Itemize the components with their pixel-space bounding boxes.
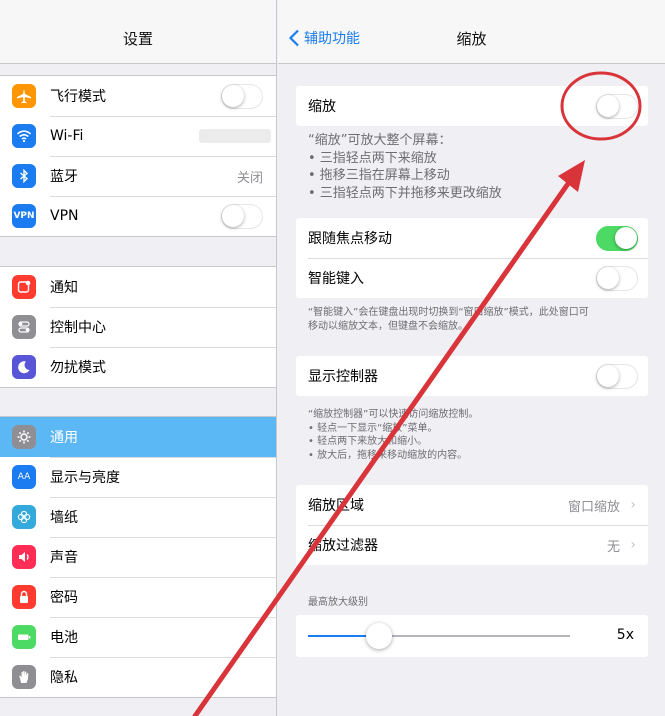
smart-typing-description-line: “智能键入”会在键盘出现时切换到“窗口缩放”模式，此处窗口可 [308,307,589,318]
sidebar-title: 设置 [122,30,153,48]
sidebar-item-label: 蓝牙 [50,169,78,185]
max-zoom-slider[interactable] [308,635,570,637]
airplane-icon [12,84,36,108]
controller-description-line: • 放大后，拖移来移动缩放的内容。 [308,449,468,461]
zoom-row[interactable]: 缩放 [296,86,648,126]
sidebar-navbar: 设置 [0,0,276,64]
sidebar-item-label: 勿扰模式 [50,360,106,376]
speaker-icon [12,545,36,569]
wifi-network-name-redacted [199,129,271,143]
hand-icon [12,665,36,689]
settings-sidebar: 设置 飞行模式 Wi-Fi 蓝牙 关闭 VPN VPN 通知 控制中心 勿扰模式… [0,0,277,716]
zoom-region-group: 缩放区域 窗口缩放 › 缩放过滤器 无 › [296,485,648,565]
sidebar-item-label: 墙纸 [50,510,78,526]
sidebar-item-control-center[interactable]: 控制中心 [0,307,276,347]
sidebar-item-vpn[interactable]: VPN VPN [0,196,276,236]
battery-icon [12,625,36,649]
sidebar-item-privacy[interactable]: 隐私 [0,657,276,697]
moon-icon [12,355,36,379]
zoom-region-label: 缩放区域 [308,498,364,514]
wallpaper-icon [12,505,36,529]
zoom-description: “缩放”可放大整个屏幕： • 三指轻点两下来缩放 • 拖移三指在屏幕上移动 • … [308,132,648,202]
sidebar-item-battery[interactable]: 电池 [0,617,276,657]
wifi-icon [12,124,36,148]
zoom-settings-pane: 辅助功能 缩放 缩放 “缩放”可放大整个屏幕： • 三指轻点两下来缩放 • 拖移… [278,0,665,716]
sidebar-item-bluetooth[interactable]: 蓝牙 关闭 [0,156,276,196]
zoom-filter-value: 无 [606,539,620,555]
follow-focus-toggle[interactable] [596,225,638,251]
max-zoom-group: 5x [296,615,648,657]
smart-typing-description: “智能键入”会在键盘出现时切换到“窗口缩放”模式，此处窗口可 移动以缩放文本，但… [308,306,648,333]
controller-description: “缩放控制器”可以快速访问缩放控制。 • 轻点一下显示“缩放”菜单。 • 轻点两… [308,408,648,462]
sidebar-item-label: 显示与亮度 [50,470,120,486]
sidebar-item-sounds[interactable]: 声音 [0,537,276,577]
sidebar-item-label: 通知 [50,280,78,296]
detail-navbar: 辅助功能 缩放 [278,0,665,64]
controller-group: 显示控制器 [296,356,648,396]
zoom-options-group: 跟随焦点移动 智能键入 [296,218,648,298]
notifications-icon [12,275,36,299]
smart-typing-label: 智能键入 [308,271,364,287]
sidebar-item-label: 密码 [50,590,78,606]
smart-typing-toggle[interactable] [596,265,638,291]
sidebar-item-airplane-mode[interactable]: 飞行模式 [0,76,276,116]
sidebar-item-label: 通用 [50,430,78,446]
page-title: 缩放 [456,30,487,48]
sidebar-group-notifications: 通知 控制中心 勿扰模式 [0,266,276,388]
zoom-region-value: 窗口缩放 [567,499,620,515]
bluetooth-status: 关闭 [236,170,263,186]
sidebar-item-label: Wi-Fi [50,128,84,144]
sidebar-item-label: 飞行模式 [50,89,106,105]
sidebar-item-passcode[interactable]: 密码 [0,577,276,617]
zoom-toggle-group: 缩放 [296,86,648,126]
control-center-icon [12,315,36,339]
display-brightness-icon: AA [12,465,36,489]
zoom-description-line: • 拖移三指在屏幕上移动 [308,168,450,184]
bluetooth-icon [12,164,36,188]
zoom-filter-row[interactable]: 缩放过滤器 无 › [296,525,648,565]
chevron-right-icon: › [630,497,636,513]
sidebar-item-label: 控制中心 [50,320,106,336]
zoom-toggle[interactable] [596,93,638,119]
controller-description-line: • 轻点一下显示“缩放”菜单。 [308,422,438,434]
max-zoom-value: 5x [616,627,634,643]
max-zoom-header: 最高放大级别 [308,597,368,608]
sidebar-item-label: 电池 [50,630,78,646]
sidebar-item-label: 声音 [50,550,78,566]
gear-icon [12,425,36,449]
lock-icon [12,585,36,609]
sidebar-item-label: 隐私 [50,670,78,686]
sidebar-item-notifications[interactable]: 通知 [0,267,276,307]
sidebar-group-connectivity: 飞行模式 Wi-Fi 蓝牙 关闭 VPN VPN [0,75,276,237]
sidebar-item-wifi[interactable]: Wi-Fi [0,116,276,156]
controller-description-line: “缩放控制器”可以快速访问缩放控制。 [308,409,479,420]
show-controller-label: 显示控制器 [308,369,378,385]
zoom-label: 缩放 [308,99,336,115]
zoom-description-line: “缩放”可放大整个屏幕： [308,133,452,148]
sidebar-item-wallpaper[interactable]: 墙纸 [0,497,276,537]
vpn-toggle[interactable] [221,203,263,229]
follow-focus-row[interactable]: 跟随焦点移动 [296,218,648,258]
zoom-description-line: • 三指轻点两下并拖移来更改缩放 [308,185,502,201]
smart-typing-description-line: 移动以缩放文本，但键盘不会缩放。 [308,320,468,332]
smart-typing-row[interactable]: 智能键入 [296,258,648,298]
show-controller-toggle[interactable] [596,363,638,389]
follow-focus-label: 跟随焦点移动 [308,231,392,247]
zoom-filter-label: 缩放过滤器 [308,538,378,554]
sidebar-item-display-brightness[interactable]: AA 显示与亮度 [0,457,276,497]
max-zoom-slider-knob[interactable] [365,623,392,649]
sidebar-group-general: 通用 AA 显示与亮度 墙纸 声音 密码 电池 隐私 [0,416,276,698]
zoom-region-row[interactable]: 缩放区域 窗口缩放 › [296,485,648,525]
zoom-description-line: • 三指轻点两下来缩放 [308,150,437,166]
vpn-icon: VPN [12,204,36,228]
show-controller-row[interactable]: 显示控制器 [296,356,648,396]
controller-description-line: • 轻点两下来放大和缩小。 [308,436,428,447]
sidebar-item-general[interactable]: 通用 [0,417,276,457]
sidebar-item-do-not-disturb[interactable]: 勿扰模式 [0,347,276,387]
chevron-right-icon: › [630,537,636,553]
sidebar-item-label: VPN [50,208,79,224]
airplane-mode-toggle[interactable] [221,83,263,109]
